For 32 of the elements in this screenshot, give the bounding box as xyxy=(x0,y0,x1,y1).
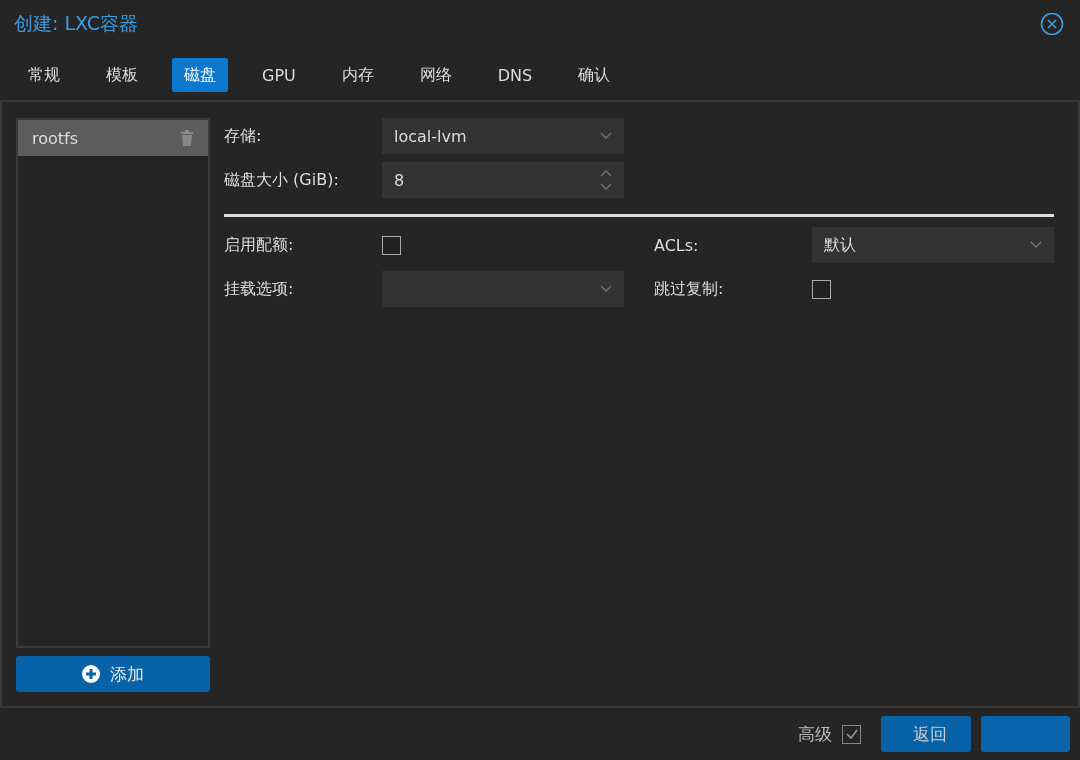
back-button[interactable]: 返回 xyxy=(881,716,971,752)
select-field[interactable]: local-lvm xyxy=(382,118,624,154)
field-label: 启用配额: xyxy=(224,234,295,256)
field-label: 跳过复制: xyxy=(654,278,725,300)
select-field[interactable]: 默认 xyxy=(812,227,1054,263)
tab[interactable]: 常规 xyxy=(16,58,72,92)
tab[interactable]: 内存 xyxy=(329,58,386,92)
select-field[interactable] xyxy=(382,271,624,307)
add-button[interactable]: 添加 xyxy=(16,656,210,692)
field-label: 挂载选项: xyxy=(224,278,295,300)
field-label: ACLs: xyxy=(654,235,700,255)
chevron-down-icon xyxy=(600,285,612,293)
checkbox[interactable] xyxy=(812,279,831,299)
chevron-down-icon xyxy=(1030,241,1042,249)
number-field[interactable]: 8 xyxy=(382,162,624,198)
tab[interactable]: DNS xyxy=(485,58,545,92)
advanced-label: 高级 xyxy=(798,722,832,746)
tab[interactable]: 模板 xyxy=(94,58,150,92)
field-label: 存储: xyxy=(224,125,263,147)
list-item[interactable]: rootfs xyxy=(18,120,208,156)
window-title: 创建: LXC容器 xyxy=(14,11,138,36)
checkbox[interactable] xyxy=(382,235,401,255)
tab[interactable]: 磁盘 xyxy=(172,58,228,92)
advanced-checkbox[interactable] xyxy=(842,724,861,744)
chevron-down-icon xyxy=(600,132,612,140)
tab[interactable]: 网络 xyxy=(407,58,464,92)
close-icon[interactable] xyxy=(1040,12,1064,36)
spinner-icon xyxy=(600,169,612,191)
tab[interactable]: GPU xyxy=(250,58,308,92)
tab[interactable]: 确认 xyxy=(566,58,623,92)
plus-circle-icon xyxy=(82,665,100,683)
field-label: 磁盘大小 (GiB): xyxy=(224,169,340,191)
